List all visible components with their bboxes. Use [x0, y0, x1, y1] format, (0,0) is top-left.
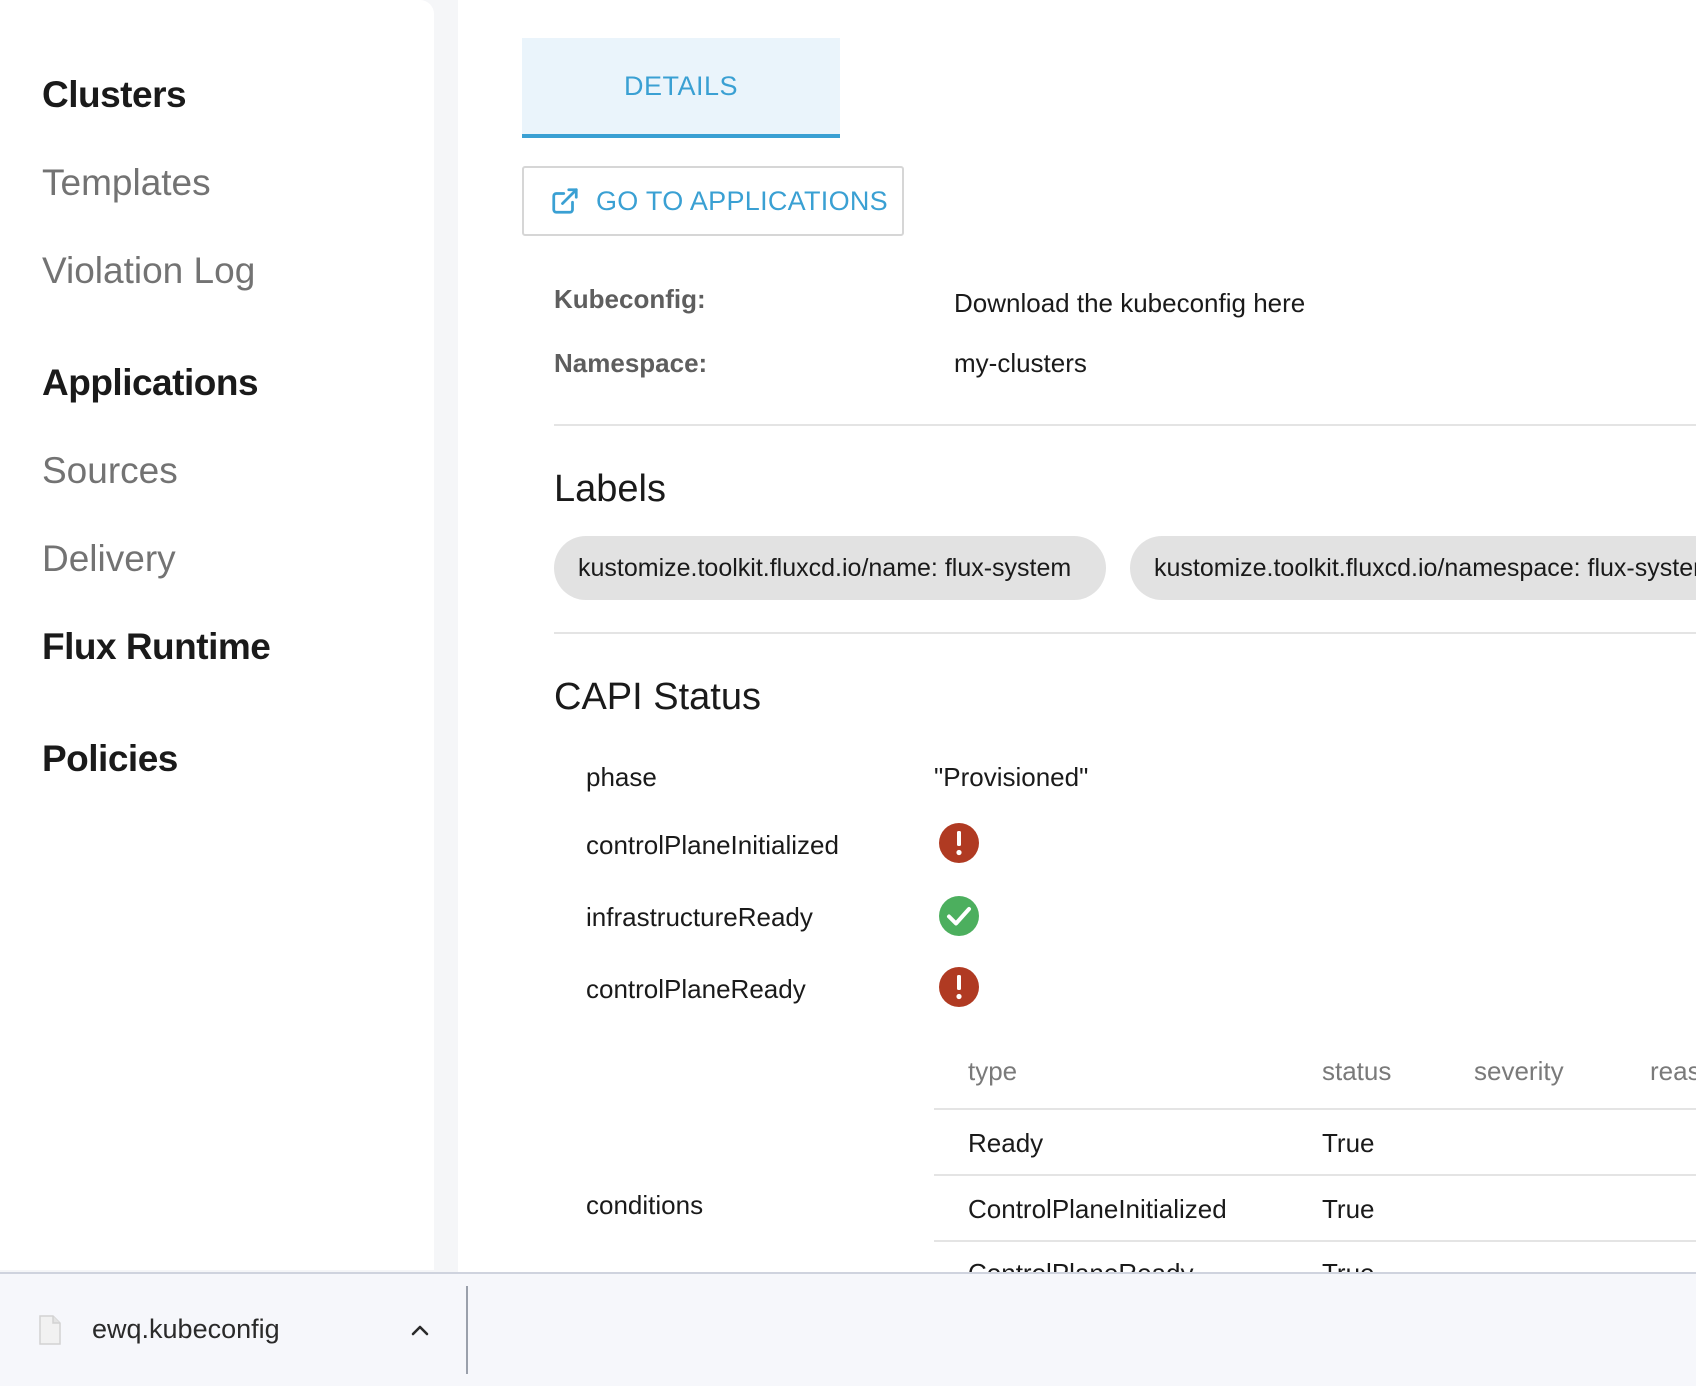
divider: [554, 424, 1696, 426]
control-plane-ready-label: controlPlaneReady: [586, 974, 806, 1004]
error-icon: [939, 967, 979, 1007]
sidebar-item-templates[interactable]: Templates: [42, 162, 211, 204]
kubeconfig-label: Kubeconfig:: [554, 284, 706, 314]
tab-details[interactable]: DETAILS: [522, 38, 840, 138]
column-header-severity: severity: [1474, 1056, 1564, 1086]
condition-type: Ready: [968, 1128, 1044, 1158]
cluster-details-panel: DETAILS GO TO APPLICATIONS Kubeconfig: D…: [458, 0, 1696, 1272]
file-icon: [39, 1315, 61, 1345]
condition-status: True: [1322, 1128, 1375, 1158]
control-plane-initialized-label: controlPlaneInitialized: [586, 830, 839, 860]
label-chip: kustomize.toolkit.fluxcd.io/name: flux-s…: [554, 536, 1106, 600]
sidebar-item-flux-runtime[interactable]: Flux Runtime: [42, 626, 271, 668]
chevron-up-icon[interactable]: [408, 1320, 432, 1340]
column-header-type: type: [968, 1056, 1018, 1086]
sidebar-item-policies[interactable]: Policies: [42, 738, 178, 780]
column-header-status: status: [1322, 1056, 1392, 1086]
column-header-reason: reason: [1650, 1056, 1696, 1086]
labels-heading: Labels: [554, 468, 666, 510]
condition-status: True: [1322, 1258, 1375, 1272]
divider: [554, 632, 1696, 634]
go-to-applications-label: GO TO APPLICATIONS: [596, 185, 888, 216]
infrastructure-ready-label: infrastructureReady: [586, 902, 813, 932]
go-to-applications-button[interactable]: GO TO APPLICATIONS: [522, 166, 904, 236]
table-divider: [934, 1240, 1696, 1242]
label-chip: kustomize.toolkit.fluxcd.io/namespace: f…: [1130, 536, 1696, 600]
sidebar-item-delivery[interactable]: Delivery: [42, 538, 176, 580]
check-icon: [939, 896, 979, 936]
capi-status-heading: CAPI Status: [554, 676, 761, 718]
sidebar-item-applications[interactable]: Applications: [42, 362, 259, 404]
error-icon: [939, 823, 979, 863]
condition-type: ControlPlaneInitialized: [968, 1194, 1227, 1224]
table-divider: [934, 1108, 1696, 1110]
namespace-label: Namespace:: [554, 348, 708, 378]
phase-label: phase: [586, 762, 657, 792]
downloads-bar: ewq.kubeconfig: [0, 1272, 1696, 1386]
sidebar-nav: Clusters Templates Violation Log Applica…: [0, 0, 434, 1270]
conditions-label: conditions: [586, 1190, 704, 1220]
phase-value: "Provisioned": [934, 762, 1089, 792]
condition-status: True: [1322, 1194, 1375, 1224]
downloads-separator: [466, 1286, 468, 1374]
external-link-icon: [550, 186, 580, 216]
namespace-value: my-clusters: [954, 348, 1087, 378]
download-file-name[interactable]: ewq.kubeconfig: [92, 1314, 280, 1345]
condition-type: ControlPlaneReady: [968, 1258, 1193, 1272]
sidebar-item-sources[interactable]: Sources: [42, 450, 178, 492]
table-divider: [934, 1174, 1696, 1176]
kubeconfig-download-link[interactable]: Download the kubeconfig here: [954, 288, 1305, 319]
sidebar-item-clusters[interactable]: Clusters: [42, 74, 187, 116]
sidebar-item-violation-log[interactable]: Violation Log: [42, 250, 255, 292]
